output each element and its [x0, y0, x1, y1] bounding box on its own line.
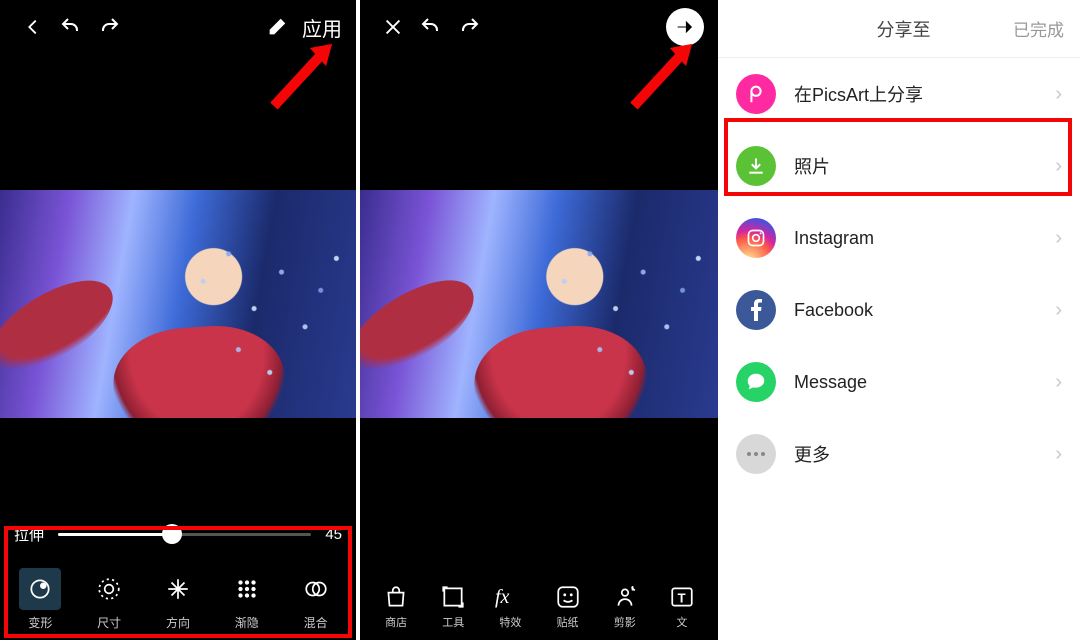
tool-blend[interactable]: 混合	[287, 568, 345, 631]
share-item-message[interactable]: Message ›	[718, 346, 1080, 418]
share-item-facebook[interactable]: Facebook ›	[718, 274, 1080, 346]
share-label: 照片	[794, 153, 1055, 179]
picsart-icon	[736, 74, 776, 114]
panel-edit-main: 商店 工具 fx 特效 贴纸 剪影 T 文	[360, 0, 718, 640]
back-icon[interactable]	[14, 8, 52, 46]
share-label: Message	[794, 372, 1055, 393]
more-icon	[736, 434, 776, 474]
tool-label: 变形	[28, 614, 52, 631]
chevron-right-icon: ›	[1055, 299, 1062, 322]
canvas-image[interactable]	[360, 190, 718, 418]
tool-label: 渐隐	[235, 614, 259, 631]
eraser-icon[interactable]	[258, 8, 296, 46]
share-label: 在PicsArt上分享	[794, 81, 1055, 107]
tool-fade[interactable]: 渐隐	[218, 568, 276, 631]
share-label: Instagram	[794, 228, 1055, 249]
download-icon	[736, 146, 776, 186]
tool-size[interactable]: 尺寸	[80, 568, 138, 631]
tool-label: 工具	[442, 614, 464, 630]
tool-label: 尺寸	[97, 614, 121, 631]
slider-value: 45	[325, 526, 342, 543]
tool-label: 特效	[499, 614, 521, 630]
slider-stretch[interactable]: 拉伸 45	[14, 516, 342, 552]
close-icon[interactable]	[374, 8, 412, 46]
tool-store[interactable]: 商店	[371, 580, 421, 630]
tool-tools[interactable]: 工具	[428, 580, 478, 630]
share-title: 分享至	[794, 16, 1013, 42]
tool-direction[interactable]: 方向	[149, 568, 207, 631]
tool-label: 剪影	[614, 614, 636, 630]
next-button[interactable]	[666, 8, 704, 46]
chevron-right-icon: ›	[1055, 371, 1062, 394]
share-header: 分享至 已完成	[718, 0, 1080, 58]
undo-icon[interactable]	[52, 8, 90, 46]
share-item-more[interactable]: 更多 ›	[718, 418, 1080, 490]
tool-text[interactable]: T 文	[657, 580, 707, 630]
chevron-right-icon: ›	[1055, 227, 1062, 250]
editor-toolbar: 商店 工具 fx 特效 贴纸 剪影 T 文	[360, 570, 718, 640]
topbar-left: 应用	[0, 0, 356, 54]
canvas-image[interactable]	[0, 190, 356, 418]
instagram-icon	[736, 218, 776, 258]
svg-text:fx: fx	[495, 586, 510, 608]
apply-button[interactable]: 应用	[302, 13, 342, 42]
tool-distort[interactable]: 变形	[11, 568, 69, 631]
panel-share-sheet: 分享至 已完成 在PicsArt上分享 › 照片 › Instagram › F…	[718, 0, 1080, 640]
share-item-photos[interactable]: 照片 ›	[718, 130, 1080, 202]
tool-fx[interactable]: fx 特效	[485, 580, 535, 630]
topbar-mid	[360, 0, 718, 54]
slider-label: 拉伸	[14, 524, 44, 545]
tool-label: 商店	[385, 614, 407, 630]
facebook-icon	[736, 290, 776, 330]
chevron-right-icon: ›	[1055, 443, 1062, 466]
tool-row-dispersion: 变形 尺寸 方向 渐隐 混合	[0, 560, 356, 640]
share-item-picsart[interactable]: 在PicsArt上分享 ›	[718, 58, 1080, 130]
share-label: Facebook	[794, 300, 1055, 321]
panel-edit-dispersion: 应用 拉伸 45 变形 尺寸 方向	[0, 0, 356, 640]
redo-icon[interactable]	[450, 8, 488, 46]
tool-label: 方向	[166, 614, 190, 631]
tool-label: 文	[676, 614, 687, 630]
slider-track[interactable]	[58, 533, 311, 536]
svg-text:T: T	[678, 590, 686, 605]
tool-cutout[interactable]: 剪影	[600, 580, 650, 630]
dispersion-effect	[160, 190, 356, 418]
chevron-right-icon: ›	[1055, 155, 1062, 178]
redo-icon[interactable]	[90, 8, 128, 46]
dispersion-effect	[521, 190, 718, 418]
tool-label: 混合	[304, 614, 328, 631]
chevron-right-icon: ›	[1055, 83, 1062, 106]
tool-label: 贴纸	[557, 614, 579, 630]
tool-sticker[interactable]: 贴纸	[543, 580, 593, 630]
message-icon	[736, 362, 776, 402]
done-button[interactable]: 已完成	[1013, 16, 1064, 41]
share-label: 更多	[794, 441, 1055, 467]
share-item-instagram[interactable]: Instagram ›	[718, 202, 1080, 274]
undo-icon[interactable]	[412, 8, 450, 46]
